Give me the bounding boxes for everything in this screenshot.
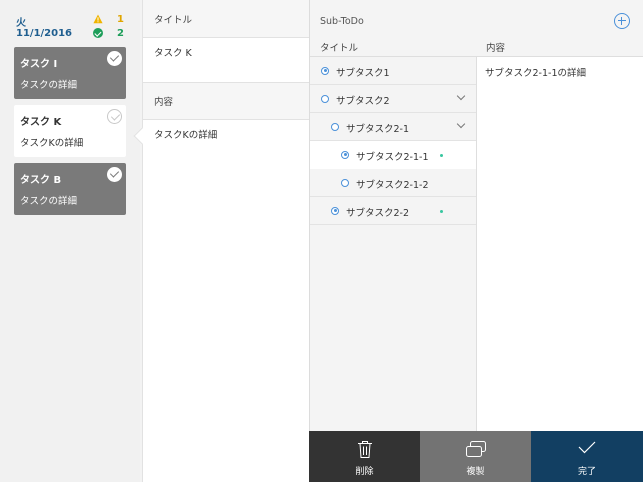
duplicate-icon bbox=[465, 441, 486, 457]
radio-button[interactable] bbox=[321, 66, 329, 75]
task-card[interactable]: タスク I タスクの詳細 bbox=[14, 47, 126, 99]
task-title: タスク I bbox=[20, 59, 58, 70]
subtask-row[interactable]: サブタスク2-1-2 bbox=[310, 169, 476, 197]
subtask-row[interactable]: サブタスク1 bbox=[310, 57, 476, 85]
subtask-label: サブタスク2-1-1 bbox=[356, 152, 429, 163]
warning-icon bbox=[93, 14, 103, 24]
chevron-down-icon[interactable] bbox=[456, 91, 466, 101]
column-header-content: 内容 bbox=[486, 43, 506, 54]
radio-button[interactable] bbox=[341, 150, 349, 159]
warning-count: 1 bbox=[117, 14, 124, 25]
subtask-label: サブタスク2-1 bbox=[346, 124, 410, 135]
radio-button[interactable] bbox=[331, 122, 339, 131]
check-icon[interactable] bbox=[107, 51, 122, 66]
task-detail: タスクKの詳細 bbox=[20, 138, 84, 149]
chevron-down-icon[interactable] bbox=[456, 119, 466, 129]
check-circle-icon bbox=[93, 28, 103, 38]
trash-icon bbox=[357, 441, 372, 458]
task-card-selected[interactable]: タスク K タスクKの詳細 bbox=[14, 105, 126, 157]
radio-button[interactable] bbox=[331, 206, 339, 215]
subtask-content: サブタスク2-1-1の詳細 bbox=[485, 68, 586, 79]
day-of-week: 火 bbox=[16, 18, 26, 29]
subtask-label: サブタスク2 bbox=[336, 96, 390, 107]
delete-button[interactable]: 削除 bbox=[309, 431, 420, 482]
radio-button[interactable] bbox=[321, 94, 329, 103]
add-icon[interactable] bbox=[614, 13, 630, 29]
task-list-panel: 火 11/1/2016 1 2 タスク I タスクの詳細 タスク K タスクKの… bbox=[0, 0, 140, 482]
content-section-header: 内容 bbox=[143, 82, 310, 120]
done-label: 完了 bbox=[577, 467, 596, 477]
duplicate-button[interactable]: 複製 bbox=[420, 431, 531, 482]
done-button[interactable]: 完了 bbox=[531, 431, 643, 482]
subtask-label: サブタスク2-1-2 bbox=[356, 180, 429, 191]
marker-dot bbox=[440, 153, 443, 157]
subtask-row-selected[interactable]: サブタスク2-1-1 bbox=[310, 141, 477, 169]
delete-label: 削除 bbox=[355, 467, 374, 477]
task-title: タスク B bbox=[20, 175, 62, 186]
title-field[interactable]: タスク K bbox=[154, 45, 192, 59]
subtask-row[interactable]: サブタスク2 bbox=[310, 85, 476, 113]
subtask-label: サブタスク1 bbox=[336, 68, 390, 79]
radio-button[interactable] bbox=[341, 178, 349, 187]
task-detail-panel: タイトル タスク K 内容 タスクKの詳細 bbox=[142, 0, 310, 482]
subtask-label: サブタスク2-2 bbox=[346, 208, 410, 219]
subtask-row[interactable]: サブタスク2-1 bbox=[310, 113, 476, 141]
subtodo-title: Sub-ToDo bbox=[320, 16, 364, 27]
bottom-toolbar: 削除 複製 完了 bbox=[309, 431, 643, 482]
check-icon[interactable] bbox=[107, 109, 122, 124]
date-label: 11/1/2016 bbox=[16, 28, 73, 39]
date-header: 火 11/1/2016 1 2 bbox=[16, 12, 128, 44]
checkmark-icon bbox=[578, 441, 596, 454]
content-field[interactable]: タスクKの詳細 bbox=[154, 127, 217, 141]
task-detail: タスクの詳細 bbox=[20, 80, 78, 91]
task-detail: タスクの詳細 bbox=[20, 196, 78, 207]
subtask-row[interactable]: サブタスク2-2 bbox=[310, 197, 476, 225]
task-card[interactable]: タスク B タスクの詳細 bbox=[14, 163, 126, 215]
column-header-title: タイトル bbox=[320, 43, 359, 54]
task-title: タスク K bbox=[20, 117, 62, 128]
duplicate-label: 複製 bbox=[466, 467, 485, 477]
marker-dot bbox=[440, 209, 443, 213]
done-count: 2 bbox=[117, 28, 124, 39]
check-icon[interactable] bbox=[107, 167, 122, 182]
title-section-header: タイトル bbox=[143, 0, 310, 38]
content-label: 内容 bbox=[154, 97, 174, 108]
subtask-content-pane[interactable]: サブタスク2-1-1の詳細 bbox=[477, 57, 643, 431]
subtodo-panel: Sub-ToDo タイトル 内容 サブタスク1 サブタスク2 サブタスク2-1 … bbox=[309, 0, 643, 431]
title-label: タイトル bbox=[154, 15, 193, 26]
